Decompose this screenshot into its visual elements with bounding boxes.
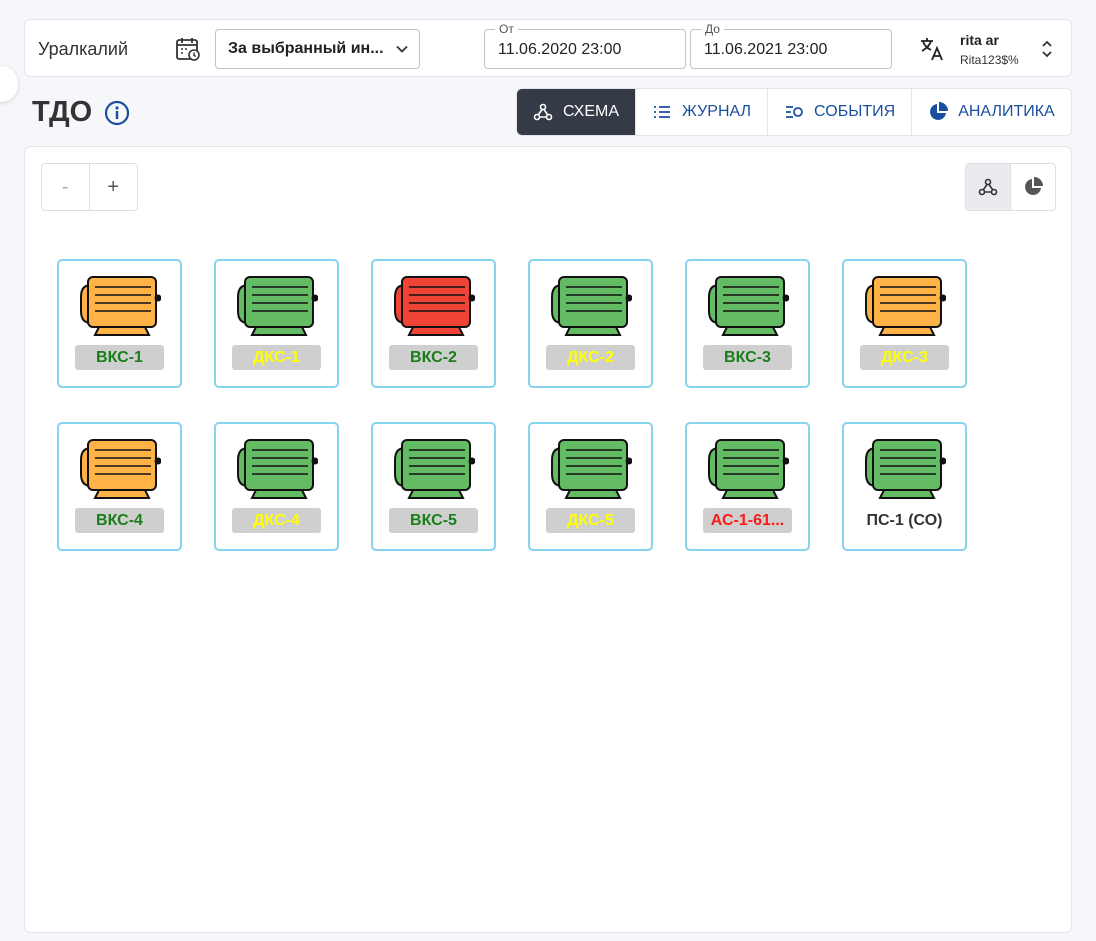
tab-analytics-label: АНАЛИТИКА	[958, 103, 1055, 120]
date-from-value: 11.06.2020 23:00	[498, 41, 622, 58]
tab-events-label: СОБЫТИЯ	[814, 103, 896, 120]
schema-icon	[533, 103, 553, 121]
period-select-value: За выбранный ин...	[228, 40, 384, 57]
device-label: ПС-1 (СО)	[866, 512, 943, 529]
events-icon	[786, 106, 803, 118]
device-card[interactable]: ДКС-5	[528, 422, 653, 551]
tab-schema-label: СХЕМА	[563, 103, 619, 120]
device-label: ДКС-5	[546, 508, 635, 533]
pie-chart-icon	[1024, 177, 1043, 195]
device-label: ВКС-3	[703, 345, 792, 370]
period-select[interactable]: За выбранный ин...	[215, 29, 420, 69]
device-grid: ВКС-1 ДКС-1 ВКС-2 ДКС-2 ВКС-3 ДКС-3 ВКС-4 ДКС-4…	[57, 259, 967, 551]
device-card[interactable]: ДКС-2	[528, 259, 653, 388]
device-label: ДКС-4	[232, 508, 321, 533]
view-switch	[965, 163, 1056, 211]
motor-icon	[708, 276, 789, 336]
device-label: ВКС-1	[75, 345, 164, 370]
motor-icon	[551, 276, 632, 336]
device-card[interactable]: ВКС-3	[685, 259, 810, 388]
user-name: rita ar	[960, 32, 999, 48]
motor-icon	[80, 439, 161, 499]
device-label: ДКС-3	[860, 345, 949, 370]
translate-icon[interactable]	[919, 36, 945, 62]
device-card[interactable]: ДКС-4	[214, 422, 339, 551]
zoom-controls: - +	[41, 163, 138, 211]
date-to-field[interactable]: До 11.06.2021 23:00	[690, 22, 892, 69]
tab-events[interactable]: СОБЫТИЯ	[767, 89, 911, 135]
chevron-down-icon	[396, 45, 408, 53]
top-bar: Уралкалий За выбранный ин... От 11.06.20…	[24, 19, 1072, 77]
user-login: Rita123$%	[960, 53, 1019, 67]
schema-view-button[interactable]	[966, 164, 1011, 210]
date-from-label: От	[495, 22, 518, 36]
pie-chart-icon	[930, 102, 949, 120]
motor-icon	[394, 276, 475, 336]
sidebar-expand-handle[interactable]	[0, 66, 18, 102]
tab-schema[interactable]: СХЕМА	[517, 89, 635, 135]
tab-journal[interactable]: ЖУРНАЛ	[635, 89, 767, 135]
user-menu-toggle-icon[interactable]	[1039, 38, 1055, 60]
device-card[interactable]: ПС-1 (СО)	[842, 422, 967, 551]
page-title: ТДО	[32, 96, 93, 128]
motor-icon	[551, 439, 632, 499]
motor-icon	[865, 276, 946, 336]
company-name: Уралкалий	[38, 39, 129, 59]
device-label: ВКС-5	[389, 508, 478, 533]
zoom-out-button[interactable]: -	[42, 164, 90, 210]
device-label: ВКС-2	[389, 345, 478, 370]
motor-icon	[80, 276, 161, 336]
device-label: ДКС-1	[232, 345, 321, 370]
motor-icon	[708, 439, 789, 499]
schema-panel: - + ВКС-1 ДКС-1 ВКС-2 ДКС-2 ВКС-3 ДКС-3 ВКС-4 Д…	[24, 146, 1072, 933]
date-to-value: 11.06.2021 23:00	[704, 41, 828, 58]
tab-analytics[interactable]: АНАЛИТИКА	[911, 89, 1071, 135]
zoom-in-button[interactable]: +	[90, 164, 138, 210]
device-card[interactable]: АС-1-61...	[685, 422, 810, 551]
device-card[interactable]: ВКС-1	[57, 259, 182, 388]
schema-icon	[978, 178, 998, 196]
motor-icon	[237, 276, 318, 336]
view-tabs: СХЕМА ЖУРНАЛ СОБЫТИЯ АНАЛИТИКА	[516, 88, 1072, 136]
device-card[interactable]: ВКС-2	[371, 259, 496, 388]
device-card[interactable]: ВКС-4	[57, 422, 182, 551]
tab-journal-label: ЖУРНАЛ	[682, 103, 752, 120]
info-icon[interactable]	[104, 100, 130, 126]
date-to-label: До	[701, 22, 724, 36]
device-card[interactable]: ДКС-1	[214, 259, 339, 388]
motor-icon	[394, 439, 475, 499]
device-label: ВКС-4	[75, 508, 164, 533]
pie-view-button[interactable]	[1011, 164, 1056, 210]
device-card[interactable]: ВКС-5	[371, 422, 496, 551]
list-icon	[654, 106, 670, 118]
device-label: ДКС-2	[546, 345, 635, 370]
device-card[interactable]: ДКС-3	[842, 259, 967, 388]
motor-icon	[237, 439, 318, 499]
motor-icon	[865, 439, 946, 499]
date-from-field[interactable]: От 11.06.2020 23:00	[484, 22, 686, 69]
calendar-icon[interactable]	[175, 36, 201, 62]
device-label: АС-1-61...	[703, 508, 792, 533]
